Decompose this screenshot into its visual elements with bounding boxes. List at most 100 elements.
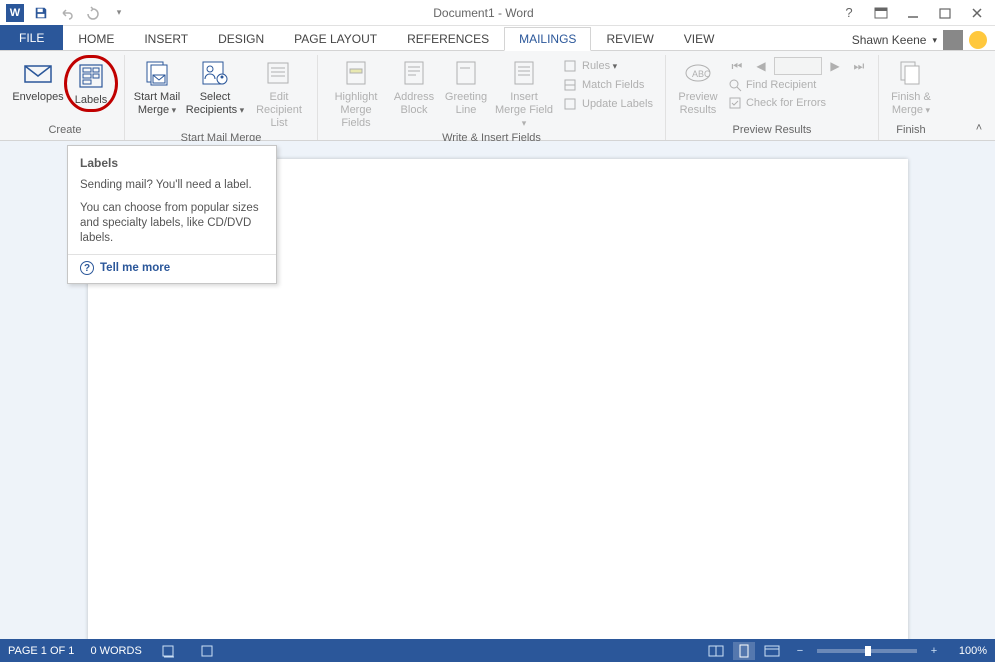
tab-review[interactable]: REVIEW (591, 27, 668, 50)
rules-icon (562, 58, 578, 74)
match-fields-label: Match Fields (582, 79, 644, 91)
write-insert-small-buttons: Rules Match Fields Update Labels (556, 55, 659, 115)
tab-references[interactable]: REFERENCES (392, 27, 504, 50)
print-layout-icon[interactable] (733, 642, 755, 660)
labels-button[interactable]: Labels (69, 58, 113, 109)
status-words[interactable]: 0 WORDS (90, 645, 141, 657)
finish-merge-label: Finish & Merge (887, 91, 935, 117)
zoom-level[interactable]: 100% (951, 645, 987, 657)
web-layout-icon[interactable] (761, 642, 783, 660)
finish-merge-button: Finish & Merge (885, 55, 937, 119)
insert-merge-field-button: Insert Merge Field (492, 55, 556, 132)
rules-label: Rules (582, 60, 617, 72)
address-block-label: Address Block (390, 91, 438, 117)
edit-recipient-list-icon (263, 57, 295, 89)
tab-insert[interactable]: INSERT (129, 27, 203, 50)
update-labels-label: Update Labels (582, 98, 653, 110)
preview-results-button: ABC Preview Results (672, 55, 724, 119)
preview-results-label: Preview Results (674, 91, 722, 117)
feedback-smiley-icon[interactable] (969, 31, 987, 49)
group-preview-results: ABC Preview Results ⏮ ◀ ▶ ⏭ Find Recipie… (666, 55, 879, 140)
qat-customize-icon[interactable]: ▾ (108, 2, 130, 24)
match-fields-icon (562, 77, 578, 93)
envelopes-button[interactable]: Envelopes (12, 55, 64, 106)
maximize-icon[interactable] (933, 1, 957, 25)
user-name: Shawn Keene (852, 33, 927, 47)
start-mail-merge-button[interactable]: Start Mail Merge (131, 55, 183, 119)
find-recipient-button: Find Recipient (726, 77, 870, 93)
tab-file[interactable]: FILE (0, 25, 63, 50)
select-recipients-button[interactable]: Select Recipients (183, 55, 247, 119)
tab-page-layout[interactable]: PAGE LAYOUT (279, 27, 392, 50)
undo-icon[interactable] (56, 2, 78, 24)
highlight-merge-fields-button: Highlight Merge Fields (324, 55, 388, 132)
next-record-icon: ▶ (824, 57, 846, 75)
zoom-slider[interactable] (817, 649, 917, 653)
envelopes-label: Envelopes (12, 91, 63, 104)
word-app-icon[interactable]: W (4, 2, 26, 24)
status-page[interactable]: PAGE 1 OF 1 (8, 645, 74, 657)
first-record-icon: ⏮ (726, 57, 748, 75)
find-recipient-icon (728, 78, 742, 92)
quick-access-toolbar: W ▾ (0, 2, 130, 24)
macro-status-icon[interactable] (196, 642, 218, 660)
prev-record-icon: ◀ (750, 57, 772, 75)
title-bar: W ▾ Document1 - Word ? (0, 0, 995, 26)
preview-results-icon: ABC (682, 57, 714, 89)
group-finish: Finish & Merge Finish (879, 55, 943, 140)
record-number-input (774, 57, 822, 75)
help-icon[interactable]: ? (837, 1, 861, 25)
tab-home[interactable]: HOME (63, 27, 129, 50)
ribbon-display-options-icon[interactable] (869, 1, 893, 25)
save-icon[interactable] (30, 2, 52, 24)
greeting-line-icon (450, 57, 482, 89)
redo-icon[interactable] (82, 2, 104, 24)
minimize-icon[interactable] (901, 1, 925, 25)
avatar[interactable] (943, 30, 963, 50)
tab-design[interactable]: DESIGN (203, 27, 279, 50)
start-mail-merge-icon (141, 57, 173, 89)
svg-text:ABC: ABC (692, 69, 711, 79)
update-labels-button: Update Labels (560, 95, 655, 113)
edit-recipient-list-label: Edit Recipient List (249, 91, 309, 130)
status-bar: PAGE 1 OF 1 0 WORDS − + 100% (0, 639, 995, 662)
tab-mailings[interactable]: MAILINGS (504, 27, 591, 51)
start-mail-merge-label: Start Mail Merge (133, 91, 181, 117)
match-fields-button: Match Fields (560, 76, 655, 94)
title-bar-controls: ? (837, 1, 995, 25)
group-create: Envelopes Labels Create (6, 55, 125, 140)
check-errors-icon (728, 96, 742, 110)
check-for-errors-label: Check for Errors (746, 97, 826, 109)
group-create-label: Create (48, 124, 81, 138)
insert-merge-field-icon (508, 57, 540, 89)
tooltip-title: Labels (80, 156, 264, 170)
labels-tooltip: Labels Sending mail? You'll need a label… (67, 145, 277, 284)
check-for-errors-button: Check for Errors (726, 95, 870, 111)
highlight-merge-fields-label: Highlight Merge Fields (326, 91, 386, 130)
collapse-ribbon-icon[interactable]: ˄ (971, 120, 987, 136)
group-preview-results-label: Preview Results (733, 124, 812, 138)
tooltip-tell-me-more[interactable]: ? Tell me more (80, 261, 264, 275)
finish-merge-icon (895, 57, 927, 89)
spelling-status-icon[interactable] (158, 642, 180, 660)
update-labels-icon (562, 96, 578, 112)
tooltip-line1: Sending mail? You'll need a label. (80, 178, 264, 193)
zoom-out-icon[interactable]: − (789, 642, 811, 660)
greeting-line-label: Greeting Line (442, 91, 490, 117)
close-icon[interactable] (965, 1, 989, 25)
last-record-icon: ⏭ (848, 57, 870, 75)
ribbon-tabs: FILE HOME INSERT DESIGN PAGE LAYOUT REFE… (0, 26, 995, 51)
find-recipient-label: Find Recipient (746, 79, 816, 91)
group-start-mail-merge: Start Mail Merge Select Recipients Edit … (125, 55, 318, 140)
user-area[interactable]: Shawn Keene ▾ (852, 30, 995, 50)
labels-highlight-annotation: Labels (64, 55, 118, 112)
select-recipients-icon (199, 57, 231, 89)
rules-button: Rules (560, 57, 655, 75)
address-block-icon (398, 57, 430, 89)
greeting-line-button: Greeting Line (440, 55, 492, 119)
tooltip-link-label: Tell me more (100, 262, 170, 274)
labels-label: Labels (75, 94, 107, 107)
zoom-in-icon[interactable]: + (923, 642, 945, 660)
tab-view[interactable]: VIEW (669, 27, 730, 50)
read-mode-icon[interactable] (705, 642, 727, 660)
